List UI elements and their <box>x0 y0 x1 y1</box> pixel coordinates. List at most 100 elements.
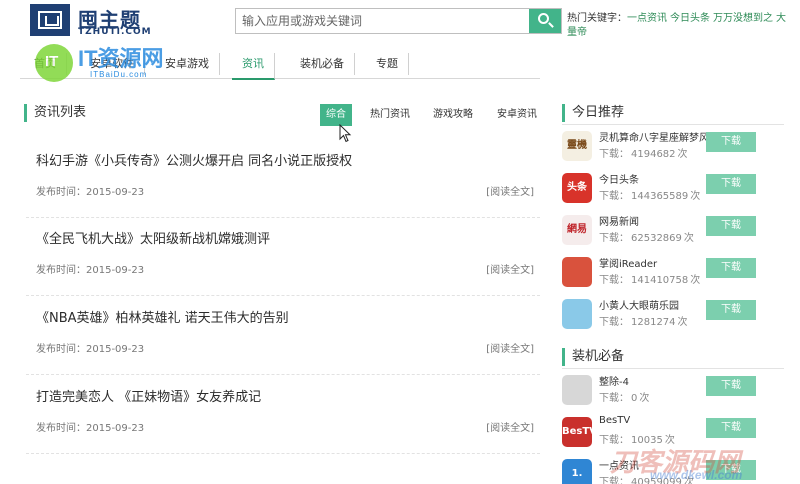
placeholder-icon[interactable] <box>562 375 592 405</box>
read-more-link[interactable]: [阅读全文] <box>486 183 534 198</box>
ireader-icon[interactable] <box>562 257 592 287</box>
app-name[interactable]: 整除-4 <box>599 373 711 388</box>
download-count: 4194682 <box>631 149 676 160</box>
filter-tab-all[interactable]: 综合 <box>320 104 352 126</box>
download-count: 141410758 <box>631 275 689 286</box>
news-title[interactable]: 科幻手游《小兵传奇》公测火爆开启 同名小说正版授权 <box>36 150 352 169</box>
news-date: 发布时间：2015-09-23 <box>36 187 145 198</box>
app-icon-text: 網易 <box>567 224 587 235</box>
logo-mark-icon <box>30 4 70 36</box>
app-downloads: 下载： 1281274 次 <box>599 313 688 328</box>
read-more-link[interactable]: [阅读全文] <box>486 419 534 434</box>
download-button[interactable]: 下载 <box>706 132 756 152</box>
news-title[interactable]: 打造完美恋人 《正妹物语》女友养成记 <box>36 386 261 405</box>
times-label: 次 <box>639 393 650 404</box>
yidian-icon[interactable]: 1. <box>562 459 592 484</box>
news-heading: 资讯列表 <box>24 104 86 122</box>
essentials-heading: 装机必备 <box>562 348 624 366</box>
search-input[interactable] <box>236 9 530 33</box>
app-name[interactable]: 网易新闻 <box>599 213 711 228</box>
recommend-heading: 今日推荐 <box>562 104 624 122</box>
nav-item-essentials[interactable]: 装机必备 <box>290 53 355 75</box>
read-more-link[interactable]: [阅读全文] <box>486 261 534 276</box>
lingji-icon[interactable]: 靈機 <box>562 131 592 161</box>
watermark-subtext: ITBaiDu.com <box>90 70 148 79</box>
download-button[interactable]: 下载 <box>706 300 756 320</box>
download-count: 62532869 <box>631 233 682 244</box>
app-name[interactable]: 掌阅iReader <box>599 255 711 270</box>
nav-item-topics[interactable]: 专题 <box>366 53 409 75</box>
app-icon-text: 1. <box>571 468 583 479</box>
news-item: 科幻手游《小兵传奇》公测火爆开启 同名小说正版授权 发布时间：2015-09-2… <box>26 140 540 218</box>
times-label: 次 <box>677 149 688 160</box>
app-downloads: 下载： 4194682 次 <box>599 145 688 160</box>
app-icon-text <box>562 375 592 405</box>
nav-item-news[interactable]: 资讯 <box>232 53 275 80</box>
downloads-label: 下载： <box>599 275 629 286</box>
app-downloads: 下载： 0 次 <box>599 389 649 404</box>
app-row: 掌阅iReader 下载： 141410758 次下载 <box>562 254 784 294</box>
download-button[interactable]: 下载 <box>706 418 756 438</box>
netease-icon[interactable]: 網易 <box>562 215 592 245</box>
filter-tab-hot[interactable]: 热门资讯 <box>364 104 416 126</box>
news-date: 发布时间：2015-09-23 <box>36 344 145 355</box>
hot-keyword[interactable]: 一点资讯 <box>627 13 667 24</box>
divider <box>562 368 784 369</box>
hot-keyword[interactable]: 万万没想到之 <box>713 13 773 24</box>
download-button[interactable]: 下载 <box>706 376 756 396</box>
read-more-link[interactable]: [阅读全文] <box>486 340 534 355</box>
app-downloads: 下载： 144365589 次 <box>599 187 700 202</box>
times-label: 次 <box>690 275 701 286</box>
site-logo[interactable]: 囤主题 TZHUTI.COM <box>30 4 180 38</box>
download-count: 144365589 <box>631 191 689 202</box>
downloads-label: 下载： <box>599 393 629 404</box>
news-date: 发布时间：2015-09-23 <box>36 265 145 276</box>
search-button[interactable] <box>529 9 561 33</box>
app-icon-text: 头条 <box>567 182 587 193</box>
app-name[interactable]: 小黄人大眼萌乐园 <box>599 297 711 312</box>
app-icon-text <box>562 299 592 329</box>
downloads-label: 下载： <box>599 233 629 244</box>
app-name[interactable]: 灵机算命八字星座解梦风 <box>599 129 711 144</box>
filter-tab-android-news[interactable]: 安卓资讯 <box>491 104 543 126</box>
app-downloads: 下载： 62532869 次 <box>599 229 694 244</box>
divider <box>562 124 784 125</box>
times-label: 次 <box>677 317 688 328</box>
app-row: 头条 今日头条 下载： 144365589 次下载 <box>562 170 784 210</box>
app-name[interactable]: BesTV <box>599 415 711 426</box>
minion-icon[interactable] <box>562 299 592 329</box>
search-bar <box>235 8 562 34</box>
app-row: 小黄人大眼萌乐园 下载： 1281274 次 下载 <box>562 296 784 336</box>
hot-keyword[interactable]: 今日头条 <box>670 13 710 24</box>
hot-keywords: 热门关键字：一点资讯 今日头条 万万没想到之 大量帝 <box>567 12 787 40</box>
app-name[interactable]: 今日头条 <box>599 171 711 186</box>
app-row: 靈機 灵机算命八字星座解梦风 下载： 4194682 次 下载 <box>562 128 784 168</box>
news-item: 《全民飞机大战》太阳级新战机嫦娥测评 发布时间：2015-09-23 [阅读全文… <box>26 218 540 296</box>
news-title[interactable]: 《全民飞机大战》太阳级新战机嫦娥测评 <box>36 228 270 247</box>
watermark-badge-icon <box>35 44 73 82</box>
news-title[interactable]: 《NBA英雄》柏林英雄礼 诺天王伟大的告别 <box>36 307 289 326</box>
app-row: 整除-4 下载： 0 次下载 <box>562 372 784 412</box>
app-row: 網易 网易新闻 下载： 62532869 次下载 <box>562 212 784 252</box>
watermark-text: IT资源网 <box>78 46 164 71</box>
footer-watermark-url: www.dkewl.com <box>650 468 743 482</box>
downloads-label: 下载： <box>599 317 629 328</box>
filter-tab-guides[interactable]: 游戏攻略 <box>427 104 479 126</box>
app-icon-text: BesTV <box>562 426 592 437</box>
bestv-icon[interactable]: BesTV <box>562 417 592 447</box>
downloads-label: 下载： <box>599 191 629 202</box>
download-button[interactable]: 下载 <box>706 258 756 278</box>
download-button[interactable]: 下载 <box>706 216 756 236</box>
news-item: 《NBA英雄》柏林英雄礼 诺天王伟大的告别 发布时间：2015-09-23 [阅… <box>26 297 540 375</box>
times-label: 次 <box>690 191 701 202</box>
news-item: 打造完美恋人 《正妹物语》女友养成记 发布时间：2015-09-23 [阅读全文… <box>26 376 540 454</box>
download-count: 0 <box>631 393 638 404</box>
hot-keywords-label: 热门关键字： <box>567 13 627 24</box>
toutiao-icon[interactable]: 头条 <box>562 173 592 203</box>
download-button[interactable]: 下载 <box>706 174 756 194</box>
download-count: 1281274 <box>631 317 676 328</box>
app-downloads: 下载： 141410758 次 <box>599 271 700 286</box>
app-icon-text <box>562 257 592 287</box>
header: 囤主题 TZHUTI.COM 热门关键字：一点资讯今日头条万万没想到之大量帝 <box>0 0 800 45</box>
app-icon-text: 靈機 <box>567 140 587 151</box>
